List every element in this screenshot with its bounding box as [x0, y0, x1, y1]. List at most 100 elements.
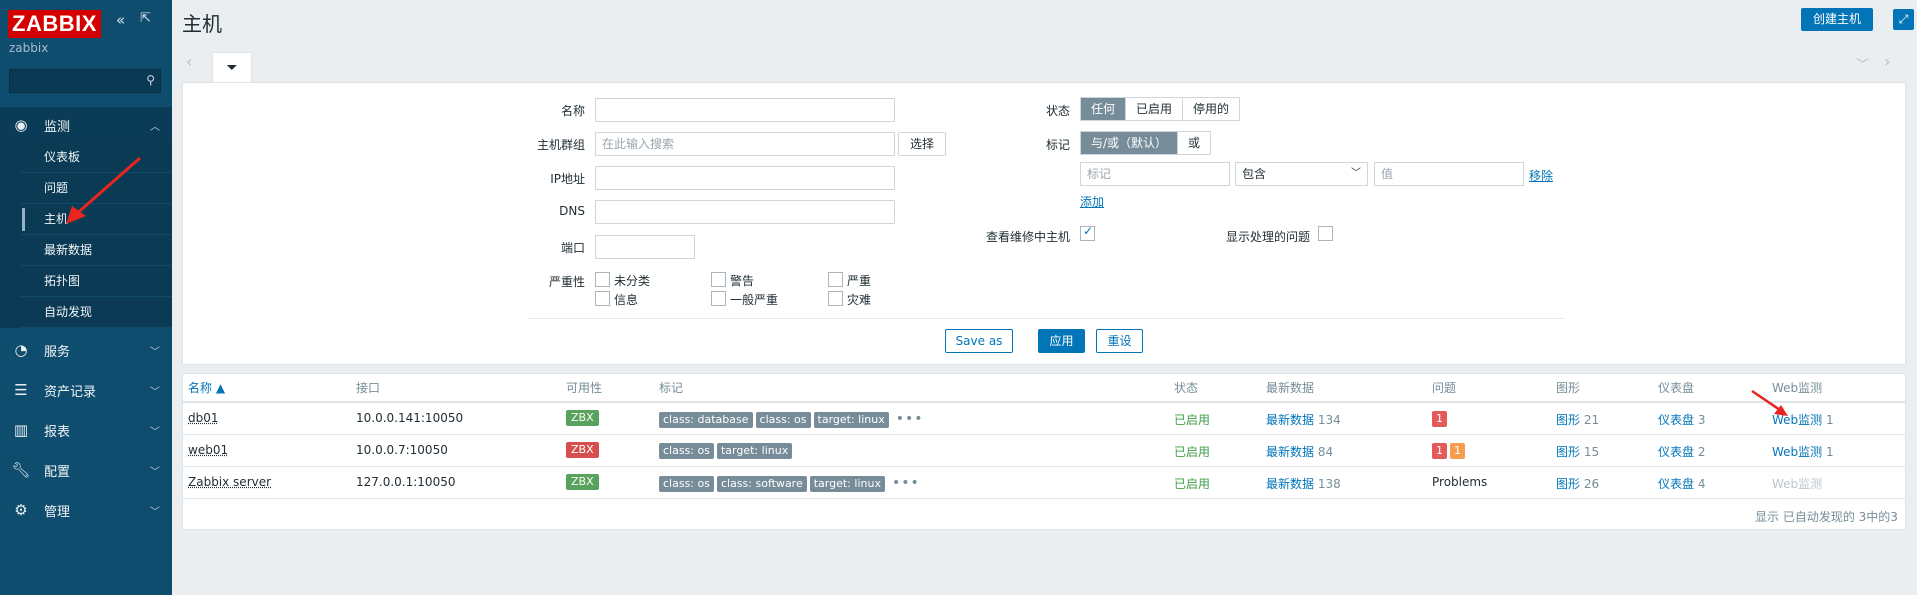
severity-warning-checkbox[interactable] [711, 272, 726, 287]
gear-icon: ⚙ [14, 501, 28, 519]
collapse-sidebar-icon[interactable]: « [116, 11, 125, 29]
tag-mode-or-option[interactable]: 或 [1177, 132, 1210, 154]
status-any-option[interactable]: 任何 [1081, 98, 1126, 120]
menu-monitoring[interactable]: ◉ 监测 ︿ [0, 107, 172, 143]
page-title: 主机 [182, 12, 222, 36]
reset-button[interactable]: 重设 [1096, 329, 1143, 353]
dashboards-link[interactable]: 仪表盘 [1658, 445, 1694, 459]
dashboards-link[interactable]: 仪表盘 [1658, 413, 1694, 427]
col-header-status[interactable]: 状态 [1174, 379, 1198, 396]
severity-not-classified-checkbox[interactable] [595, 272, 610, 287]
sidebar: ZABBIX zabbix « ⇱ ⚲ ◉ 监测 ︿ 仪表板 问题 主机 最新数… [0, 0, 172, 595]
availability-badge[interactable]: ZBX [566, 410, 599, 426]
severity-high-checkbox[interactable] [828, 272, 843, 287]
host-tags: class: os target: linux [659, 443, 795, 459]
kiosk-mode-icon[interactable]: ⇱ [140, 11, 151, 26]
tag-chip[interactable]: class: software [716, 475, 807, 492]
annotation-arrow [66, 156, 141, 224]
tag-chip[interactable]: class: os [659, 443, 714, 459]
save-as-button[interactable]: Save as [945, 329, 1013, 353]
tag-chip[interactable]: class: os [659, 475, 714, 492]
latest-data-link[interactable]: 最新数据 [1266, 413, 1314, 427]
host-name-link[interactable]: db01 [188, 411, 219, 425]
menu-administration[interactable]: ⚙ 管理 ﹀ [0, 492, 172, 528]
availability-badge[interactable]: ZBX [566, 442, 599, 458]
row-divider [183, 498, 1905, 499]
menu-reports[interactable]: ▥ 报表 ﹀ [0, 412, 172, 448]
tag-mode-segmented-control[interactable]: 与/或（默认） 或 [1080, 131, 1212, 155]
tag-remove-link[interactable]: 移除 [1529, 167, 1553, 184]
tag-value-input[interactable]: 值 [1374, 162, 1524, 186]
fullscreen-icon[interactable]: ⤢ [1893, 9, 1914, 30]
host-status[interactable]: 已启用 [1174, 475, 1210, 492]
tag-mode-and-or-option[interactable]: 与/或（默认） [1081, 132, 1178, 154]
latest-data-count: 138 [1317, 477, 1341, 491]
web-monitoring-link[interactable]: Web监测 [1772, 445, 1822, 459]
host-name-link[interactable]: Zabbix server [188, 475, 271, 489]
host-name-link[interactable]: web01 [188, 443, 228, 457]
chevron-down-icon: ﹀ [150, 426, 160, 438]
chevron-down-icon[interactable]: ﹀ [1856, 54, 1869, 73]
tag-chip[interactable]: class: database [659, 411, 753, 428]
filter-port-input[interactable] [595, 235, 695, 259]
tag-operator-select[interactable]: 包含 ﹀ [1235, 162, 1368, 186]
host-interface: 10.0.0.141:10050 [356, 411, 464, 425]
severity-label: 灾难 [847, 293, 872, 307]
col-header-tags: 标记 [659, 381, 684, 395]
sidebar-item-latest-data[interactable]: 最新数据 [20, 235, 172, 266]
graphs-link[interactable]: 图形 [1556, 413, 1580, 427]
severity-information-checkbox[interactable] [595, 291, 610, 306]
tag-chip[interactable]: target: linux [716, 443, 793, 459]
host-status[interactable]: 已启用 [1174, 443, 1210, 460]
problems-link[interactable]: Problems [1432, 475, 1487, 489]
tag-chip[interactable]: target: linux [813, 411, 889, 428]
host-status[interactable]: 已启用 [1174, 411, 1210, 428]
show-maintenance-checkbox[interactable] [1080, 224, 1095, 241]
status-enabled-option[interactable]: 已启用 [1125, 98, 1182, 120]
severity-average-checkbox[interactable] [711, 291, 726, 306]
graphs-link[interactable]: 图形 [1556, 477, 1580, 491]
problem-count-badge[interactable]: 1 [1432, 411, 1447, 427]
hostgroup-select-button[interactable]: 选择 [898, 132, 946, 156]
tag-chip[interactable]: target: linux [809, 475, 885, 492]
create-host-button[interactable]: 创建主机 [1801, 8, 1873, 31]
zabbix-logo[interactable]: ZABBIX [8, 10, 101, 38]
menu-configuration[interactable]: 🔧︎ 配置 ﹀ [0, 452, 172, 488]
filter-status-label: 状态 [1045, 104, 1070, 118]
menu-inventory[interactable]: ☰ 资产记录 ﹀ [0, 372, 172, 408]
status-disabled-option[interactable]: 停用的 [1182, 98, 1239, 120]
filter-icon[interactable]: ⏷ [212, 52, 252, 83]
dashboards-link[interactable]: 仪表盘 [1658, 477, 1694, 491]
sidebar-item-maps[interactable]: 拓扑图 [20, 266, 172, 297]
tag-add-link[interactable]: 添加 [1080, 193, 1104, 210]
show-suppressed-checkbox[interactable] [1318, 226, 1333, 241]
web-count: 1 [1826, 413, 1834, 427]
apply-button[interactable]: 应用 [1038, 329, 1085, 353]
graphs-link[interactable]: 图形 [1556, 445, 1580, 459]
tag-chip[interactable]: class: os [755, 411, 811, 428]
severity-label: 严重 [847, 274, 872, 288]
more-tags-icon[interactable]: ••• [892, 475, 920, 491]
more-tags-icon[interactable]: ••• [896, 411, 924, 427]
sidebar-item-discovery[interactable]: 自动发现 [20, 297, 172, 328]
menu-services[interactable]: ◔ 服务 ﹀ [0, 332, 172, 368]
severity-disaster-checkbox[interactable] [828, 291, 843, 306]
col-header-name[interactable]: 名称 ▲ [188, 379, 225, 396]
sidebar-search-input[interactable]: ⚲ [9, 69, 161, 93]
host-interface: 127.0.0.1:10050 [356, 475, 456, 489]
filter-dns-input[interactable] [595, 200, 895, 224]
filter-hostgroup-input[interactable]: 在此输入搜索 [595, 132, 895, 156]
latest-data-link[interactable]: 最新数据 [1266, 477, 1314, 491]
problem-count-badge[interactable]: 1 [1450, 443, 1465, 459]
server-name: zabbix [9, 41, 49, 55]
search-icon[interactable]: ⚲ [146, 73, 155, 87]
availability-badge[interactable]: ZBX [566, 474, 599, 490]
tag-name-input[interactable]: 标记 [1080, 162, 1230, 186]
chevron-left-icon[interactable]: ‹ [186, 52, 192, 71]
chevron-right-icon[interactable]: › [1884, 52, 1890, 71]
filter-name-input[interactable] [595, 98, 895, 122]
latest-data-link[interactable]: 最新数据 [1266, 445, 1314, 459]
filter-ip-input[interactable] [595, 166, 895, 190]
problem-count-badge[interactable]: 1 [1432, 443, 1447, 459]
status-segmented-control[interactable]: 任何 已启用 停用的 [1080, 97, 1241, 121]
